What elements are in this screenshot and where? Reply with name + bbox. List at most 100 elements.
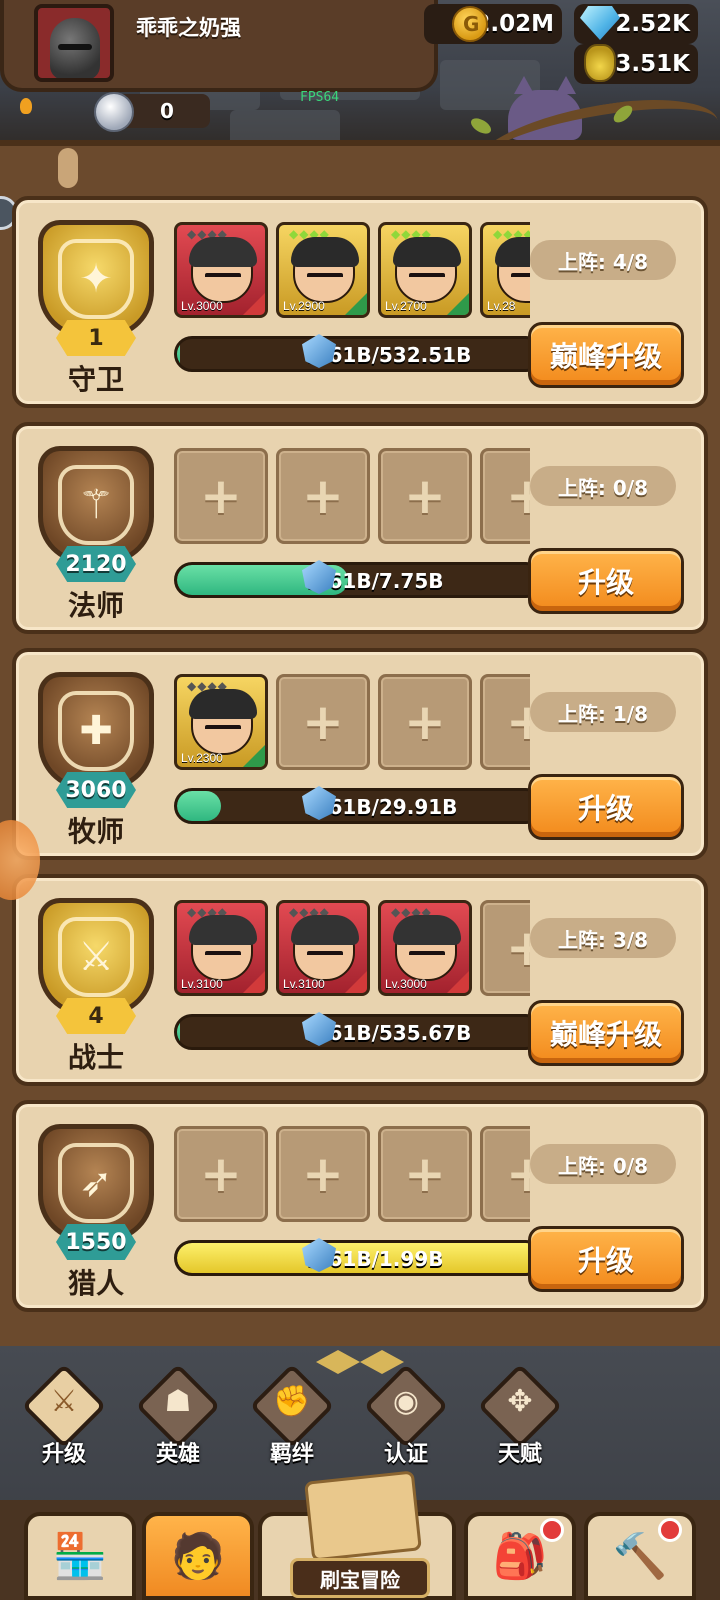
class-card: ⚚ 2120 法师 + + + + 上阵: 0/8 3.61B/7.75B 升级 <box>12 422 708 634</box>
tab-label: 认证 <box>383 1442 428 1467</box>
potion-value: 3.51K <box>615 51 690 77</box>
tab-label: 升级 <box>41 1442 86 1467</box>
staff-icon: ⚚ <box>58 465 134 545</box>
hero-portrait <box>393 915 461 981</box>
empty-hero-slot[interactable]: + <box>480 448 530 544</box>
empty-hero-slot[interactable]: + <box>276 448 370 544</box>
shop-button[interactable]: 🏪 <box>24 1512 136 1600</box>
hero-level: Lv.3100 <box>181 977 223 991</box>
hero-slot[interactable]: ◆◆◆◆ Lv.2300 <box>174 674 268 770</box>
upgrade-button[interactable]: 升级 <box>528 1226 684 1292</box>
empty-hero-slot[interactable]: + <box>174 1126 268 1222</box>
role-corner-icon <box>345 971 367 993</box>
bow-icon: ➶ <box>58 1143 134 1223</box>
empty-hero-slot[interactable]: + <box>378 1126 472 1222</box>
plus-icon: + <box>302 693 344 751</box>
hero-level: Lv.2300 <box>181 751 223 765</box>
tab-5[interactable]: ✥ 天赋 <box>472 1363 568 1472</box>
fist-icon: ✊ <box>273 1384 311 1419</box>
plus-icon: + <box>506 693 530 751</box>
empty-hero-slot[interactable]: + <box>378 448 472 544</box>
plus-icon: + <box>404 693 446 751</box>
fps-indicator: FPS64 <box>300 90 340 105</box>
class-name: 守卫 <box>67 363 124 396</box>
role-corner-icon <box>243 971 265 993</box>
heroes-nav-button[interactable]: 🧑 <box>142 1512 254 1600</box>
tab-label: 天赋 <box>497 1442 542 1467</box>
sword-icon: ⚔ <box>58 917 134 997</box>
hero-portrait <box>291 915 359 981</box>
hero-slot[interactable]: ◆◆◆◆ Lv.3000 <box>174 222 268 318</box>
silver-token-icon <box>94 92 134 132</box>
progress-fill <box>177 339 180 369</box>
hero-slot[interactable]: ◆◆◆◆ Lv.3100 <box>276 900 370 996</box>
hero-level: Lv.2900 <box>283 299 325 313</box>
hero-portrait-icon: 🧑 <box>170 1531 226 1582</box>
class-name: 战士 <box>67 1041 124 1074</box>
hero-slots: + + + + <box>174 1126 530 1226</box>
hero-level: Lv.28 <box>487 299 516 313</box>
tab-1[interactable]: ⚔ 升级 <box>16 1363 112 1472</box>
hero-slots: ◆◆◆◆ Lv.2300 + + + <box>174 674 530 774</box>
class-name: 法师 <box>67 589 124 622</box>
hero-slot[interactable]: ◆◆◆◆ Lv.28 <box>480 222 530 318</box>
player-avatar[interactable] <box>34 4 114 82</box>
plus-icon: + <box>200 467 242 525</box>
hero-slot[interactable]: ◆◆◆◆ Lv.2900 <box>276 222 370 318</box>
tab-4[interactable]: ◉ 认证 <box>358 1363 454 1472</box>
upgrade-button[interactable]: 巅峰升级 <box>528 322 684 388</box>
hero-slot[interactable]: ◆◆◆◆ Lv.3000 <box>378 900 472 996</box>
class-card: ✚ 3060 牧师 ◆◆◆◆ Lv.2300 + + + 上阵: 1/8 3.6… <box>12 648 708 860</box>
hero-portrait <box>189 689 257 755</box>
class-level-badge: 4 <box>56 998 136 1034</box>
gold-counter[interactable]: 2.02M <box>424 4 562 44</box>
team-count: 上阵: 0/8 <box>530 466 676 506</box>
hero-level: Lv.3000 <box>385 977 427 991</box>
upgrade-button[interactable]: 升级 <box>528 548 684 614</box>
hero-slot[interactable]: ◆◆◆◆ Lv.3100 <box>174 900 268 996</box>
knight-helmet-icon <box>50 18 100 78</box>
hero-portrait <box>495 237 530 303</box>
role-corner-icon <box>447 293 469 315</box>
eye-icon: ◉ <box>392 1384 420 1419</box>
empty-hero-slot[interactable]: + <box>480 900 530 996</box>
gold-coin-icon <box>452 6 488 42</box>
empty-hero-slot[interactable]: + <box>174 448 268 544</box>
upgrade-progress-bar: 3.61B/29.91B <box>174 788 544 824</box>
forge-notification-dot <box>658 1518 682 1542</box>
empty-hero-slot[interactable]: + <box>480 674 530 770</box>
token-value: 0 <box>160 99 174 123</box>
plus-icon: + <box>302 1145 344 1203</box>
team-count: 上阵: 1/8 <box>530 692 676 732</box>
team-count: 上阵: 4/8 <box>530 240 676 280</box>
plus-icon: + <box>302 467 344 525</box>
upgrade-button[interactable]: 升级 <box>528 774 684 840</box>
empty-hero-slot[interactable]: + <box>276 674 370 770</box>
upgrade-progress-bar: 3.61B/1.99B <box>174 1240 544 1276</box>
upgrade-progress-bar: 3.61B/535.67B <box>174 1014 544 1050</box>
player-panel: 乖乖之奶强 <box>0 0 438 92</box>
holy-cross-icon: ✚ <box>58 691 134 771</box>
tab-2[interactable]: ☗ 英雄 <box>130 1363 226 1472</box>
hero-slots: ◆◆◆◆ Lv.3100 ◆◆◆◆ Lv.3100 ◆◆◆◆ Lv.3000 + <box>174 900 530 1000</box>
class-card: ✦ 1 守卫 ◆◆◆◆ Lv.3000 ◆◆◆◆ Lv.2900 ◆◆◆◆ Lv… <box>12 196 708 408</box>
upgrade-button[interactable]: 巅峰升级 <box>528 1000 684 1066</box>
treasure-map-icon <box>304 1470 422 1562</box>
treasure-adventure-button[interactable]: 刷宝冒险 <box>258 1470 456 1600</box>
tab-label: 英雄 <box>155 1442 200 1467</box>
hero-slot[interactable]: ◆◆◆◆ Lv.2700 <box>378 222 472 318</box>
empty-hero-slot[interactable]: + <box>378 674 472 770</box>
tab-label: 羁绊 <box>269 1442 314 1467</box>
plus-icon: + <box>506 919 530 977</box>
sword-upgrade-icon: ⚔ <box>50 1384 78 1419</box>
upgrade-progress-bar: 3.61B/532.51B <box>174 336 544 372</box>
role-corner-icon <box>243 293 265 315</box>
empty-hero-slot[interactable]: + <box>480 1126 530 1222</box>
hero-icon: ☗ <box>164 1384 192 1419</box>
hero-portrait <box>393 237 461 303</box>
shop-stall-icon: 🏪 <box>52 1531 108 1582</box>
empty-hero-slot[interactable]: + <box>276 1126 370 1222</box>
plus-icon: + <box>200 1145 242 1203</box>
class-level-badge: 3060 <box>56 772 136 808</box>
tab-3[interactable]: ✊ 羁绊 <box>244 1363 340 1472</box>
